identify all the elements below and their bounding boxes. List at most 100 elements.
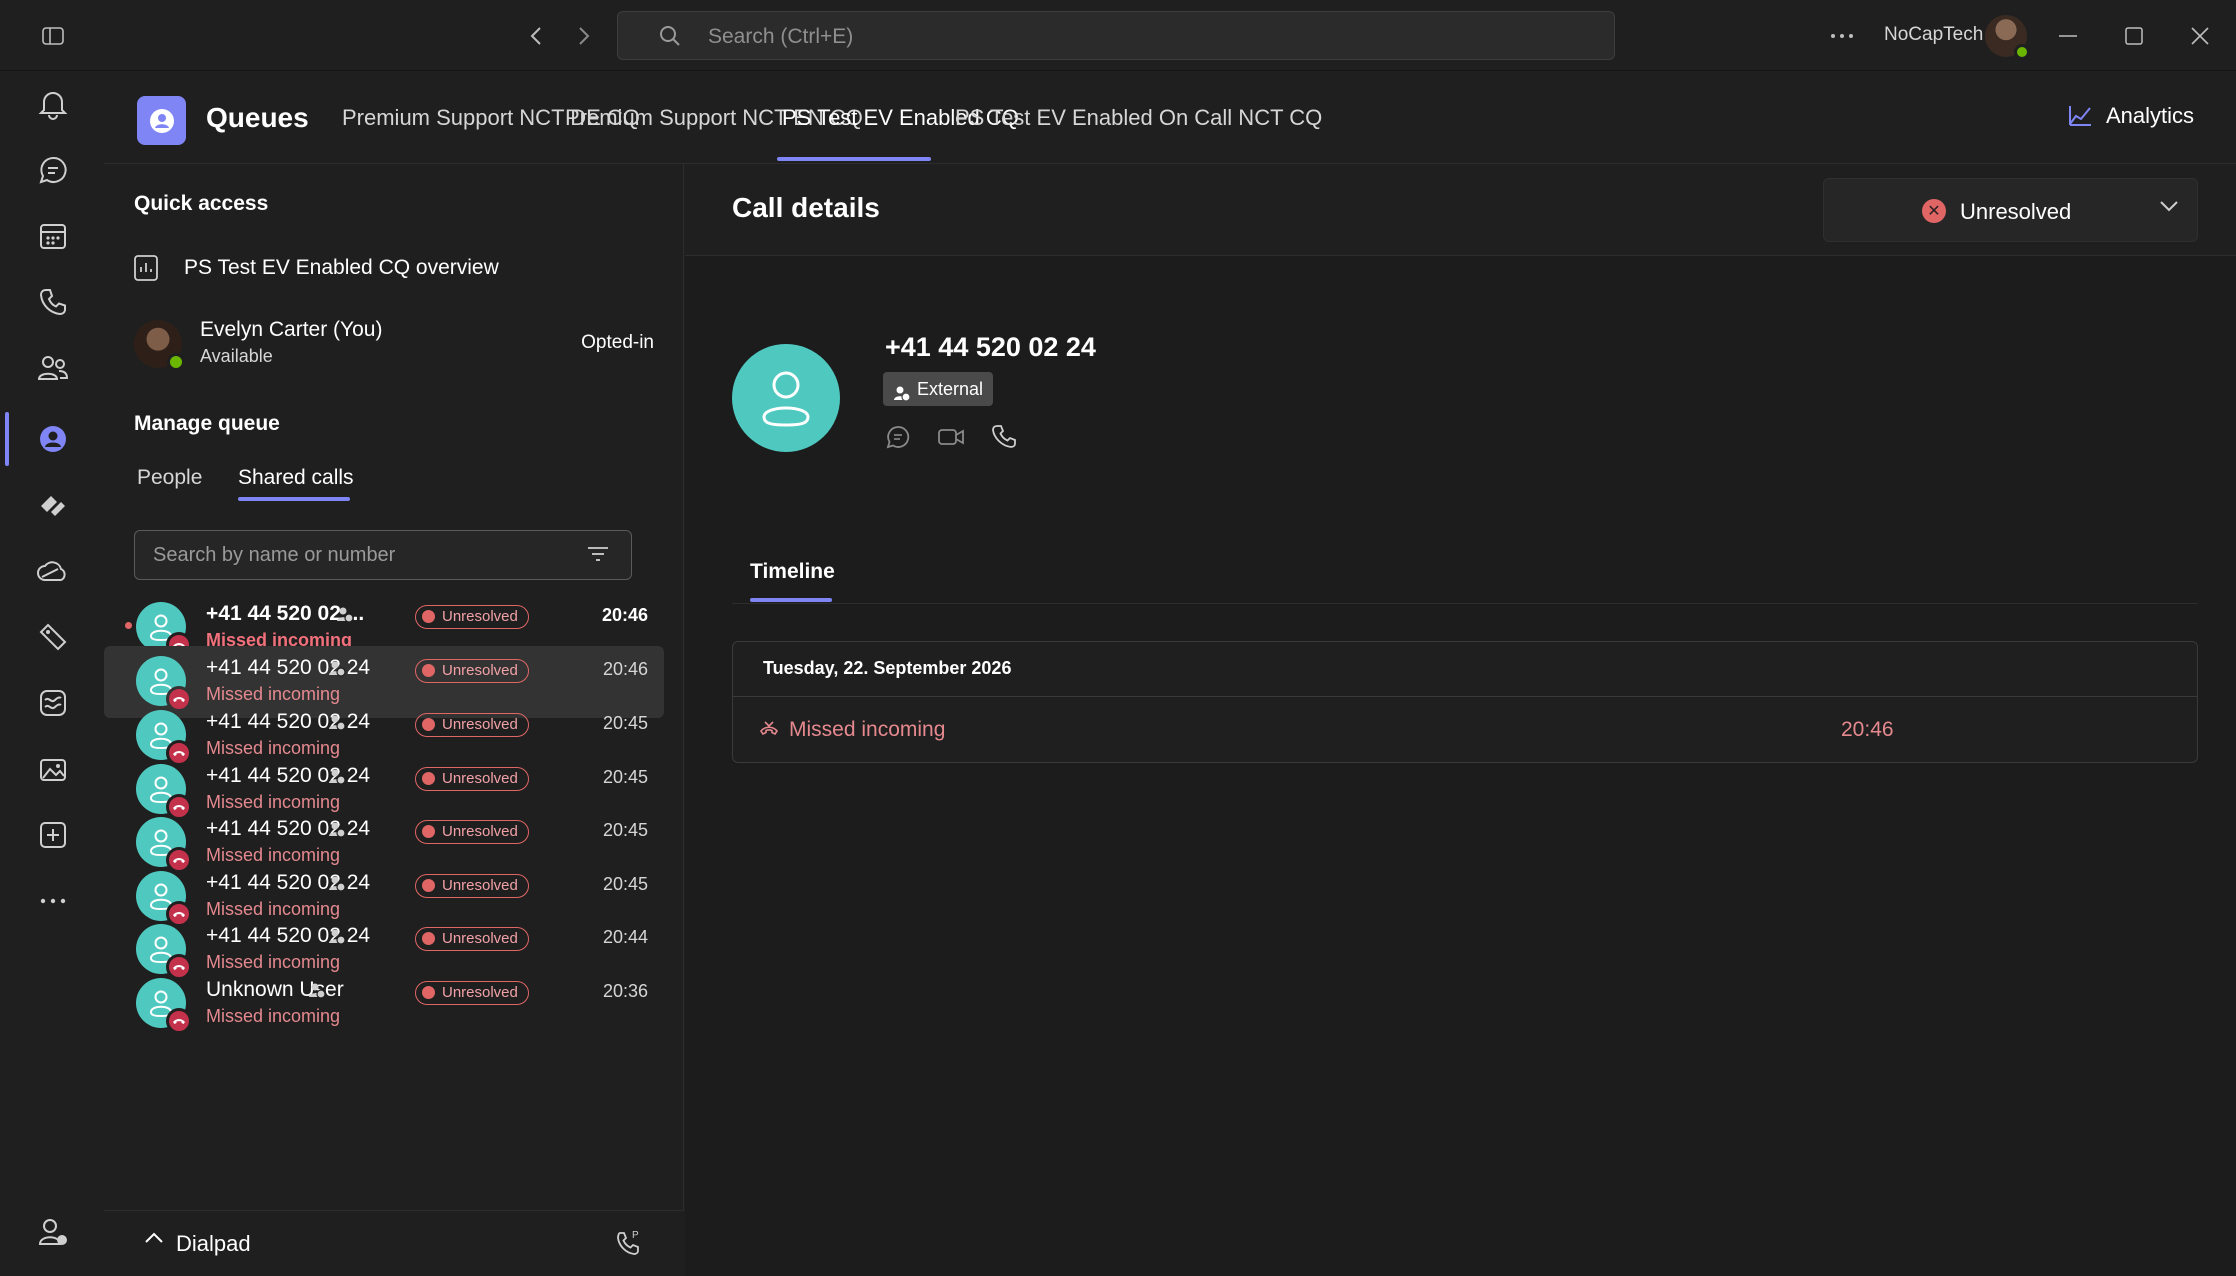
call-time: 20:45 <box>602 713 648 733</box>
analytics-button[interactable]: Analytics <box>2068 103 2194 129</box>
viva-icon[interactable] <box>28 678 78 728</box>
tab-shared-calls[interactable]: Shared calls <box>238 466 354 490</box>
analytics-label: Analytics <box>2106 103 2195 128</box>
call-time: 20:36 <box>602 981 648 1001</box>
external-badge-label: External <box>917 379 984 399</box>
close-icon[interactable] <box>2182 18 2218 54</box>
back-arrow-icon[interactable] <box>518 18 554 54</box>
caller-avatar <box>136 710 192 766</box>
agent-optin-status[interactable]: Opted-in <box>581 332 654 354</box>
contact-number: +41 44 520 02 24 <box>885 332 1096 362</box>
unresolved-badge: Unresolved <box>415 659 529 683</box>
active-subtab-underline <box>238 497 350 501</box>
unresolved-badge: Unresolved <box>415 820 529 844</box>
video-call-icon[interactable] <box>937 424 965 455</box>
tab-ps-test-ev-on-call[interactable]: PS Test EV Enabled On Call NCT CQ <box>955 105 1322 131</box>
missed-call-icon <box>166 1008 192 1034</box>
tab-people[interactable]: People <box>137 466 202 490</box>
call-row[interactable]: Unknown User Missed incoming Unresolved 20:… <box>104 968 664 1040</box>
more-options-icon[interactable] <box>1824 18 1860 54</box>
resolution-status-label: Unresolved <box>1960 199 2072 224</box>
caller-avatar <box>136 817 192 873</box>
agent-avatar <box>134 320 185 371</box>
external-user-icon <box>328 714 346 737</box>
timeline-card: Tuesday, 22. September 2026 Missed incom… <box>732 641 2198 763</box>
queues-logo-icon <box>137 96 186 145</box>
caller-avatar <box>136 978 192 1034</box>
more-apps-icon[interactable] <box>28 876 78 926</box>
minimize-icon[interactable] <box>2050 18 2086 54</box>
search-placeholder: Search (Ctrl+E) <box>708 25 854 48</box>
timeline-event: Missed incoming <box>759 718 945 742</box>
active-timeline-underline <box>750 598 832 602</box>
phone-call-icon[interactable] <box>991 424 1017 455</box>
external-user-icon <box>328 928 346 951</box>
timeline-card-divider <box>733 696 2197 697</box>
missed-call-icon <box>760 721 778 736</box>
caller-avatar <box>136 656 192 712</box>
gallery-icon[interactable] <box>28 744 78 794</box>
calls-search-input[interactable]: Search by name or number <box>134 530 632 580</box>
svg-text:P: P <box>632 1230 639 1241</box>
call-time: 20:45 <box>602 874 648 894</box>
global-search-input[interactable]: Search (Ctrl+E) <box>617 11 1615 60</box>
external-user-icon <box>328 821 346 844</box>
external-user-icon <box>328 875 346 898</box>
chat-icon[interactable] <box>28 145 78 195</box>
available-status-icon <box>167 353 185 371</box>
queue-pane: Quick access PS Test EV Enabled CQ overv… <box>104 164 684 1276</box>
external-user-icon <box>328 660 346 683</box>
active-app-indicator <box>5 412 9 466</box>
user-avatar[interactable] <box>1985 15 2030 60</box>
call-details-header: Call details ✕ Unresolved <box>685 164 2236 256</box>
unresolved-badge: Unresolved <box>415 981 529 1005</box>
caller-avatar <box>136 602 192 658</box>
external-user-icon <box>308 982 326 1005</box>
tab-timeline[interactable]: Timeline <box>750 560 835 584</box>
maximize-icon[interactable] <box>2116 18 2152 54</box>
calendar-icon[interactable] <box>28 211 78 261</box>
call-time: 20:45 <box>602 767 648 787</box>
agent-row[interactable]: Evelyn Carter (You) Available Opted-in <box>134 316 654 372</box>
approvals-icon[interactable] <box>28 480 78 530</box>
timeline-divider <box>732 603 2198 604</box>
call-time: 20:44 <box>602 927 648 947</box>
activity-icon[interactable] <box>28 79 78 129</box>
forward-arrow-icon[interactable] <box>566 18 602 54</box>
queues-app-icon[interactable] <box>28 414 78 464</box>
resolution-status-dropdown[interactable]: ✕ Unresolved <box>1823 178 2198 242</box>
sidebar-toggle-icon[interactable] <box>35 18 71 54</box>
unresolved-status-icon: ✕ <box>1922 199 1946 223</box>
people-icon[interactable] <box>28 343 78 393</box>
agent-name: Evelyn Carter (You) <box>200 318 383 341</box>
unresolved-badge: Unresolved <box>415 767 529 791</box>
app-title: Queues <box>206 102 309 133</box>
queue-overview-link[interactable]: PS Test EV Enabled CQ overview <box>134 248 499 288</box>
calls-icon[interactable] <box>28 277 78 327</box>
help-icon[interactable] <box>28 1207 78 1257</box>
analytics-chart-icon <box>2069 106 2091 126</box>
quick-access-title: Quick access <box>134 192 269 215</box>
chevron-down-icon <box>2159 199 2179 218</box>
unread-indicator <box>125 622 132 629</box>
call-park-icon[interactable]: P <box>614 1227 642 1262</box>
filter-icon[interactable] <box>587 545 609 568</box>
dialpad-bar[interactable]: Dialpad P <box>104 1210 684 1276</box>
unresolved-badge: Unresolved <box>415 605 529 629</box>
unresolved-badge: Unresolved <box>415 713 529 737</box>
search-icon <box>658 24 682 53</box>
active-tab-underline <box>777 157 931 161</box>
call-time: 20:46 <box>601 605 648 625</box>
tenant-name[interactable]: NoCapTech <box>1884 24 1983 46</box>
app-header: Queues Premium Support NCT DE CQ Premium… <box>104 71 2236 164</box>
call-details-pane: Call details ✕ Unresolved +41 44 520 02 … <box>685 164 2236 1276</box>
external-badge: External <box>883 372 994 406</box>
tickets-icon[interactable] <box>28 612 78 662</box>
call-details-title: Call details <box>732 192 880 223</box>
title-bar: Search (Ctrl+E) NoCapTech <box>0 0 2236 71</box>
contact-actions <box>885 424 1017 455</box>
chat-icon[interactable] <box>885 424 911 455</box>
onedrive-icon[interactable] <box>28 546 78 596</box>
external-user-icon <box>328 768 346 791</box>
add-apps-icon[interactable] <box>28 810 78 860</box>
